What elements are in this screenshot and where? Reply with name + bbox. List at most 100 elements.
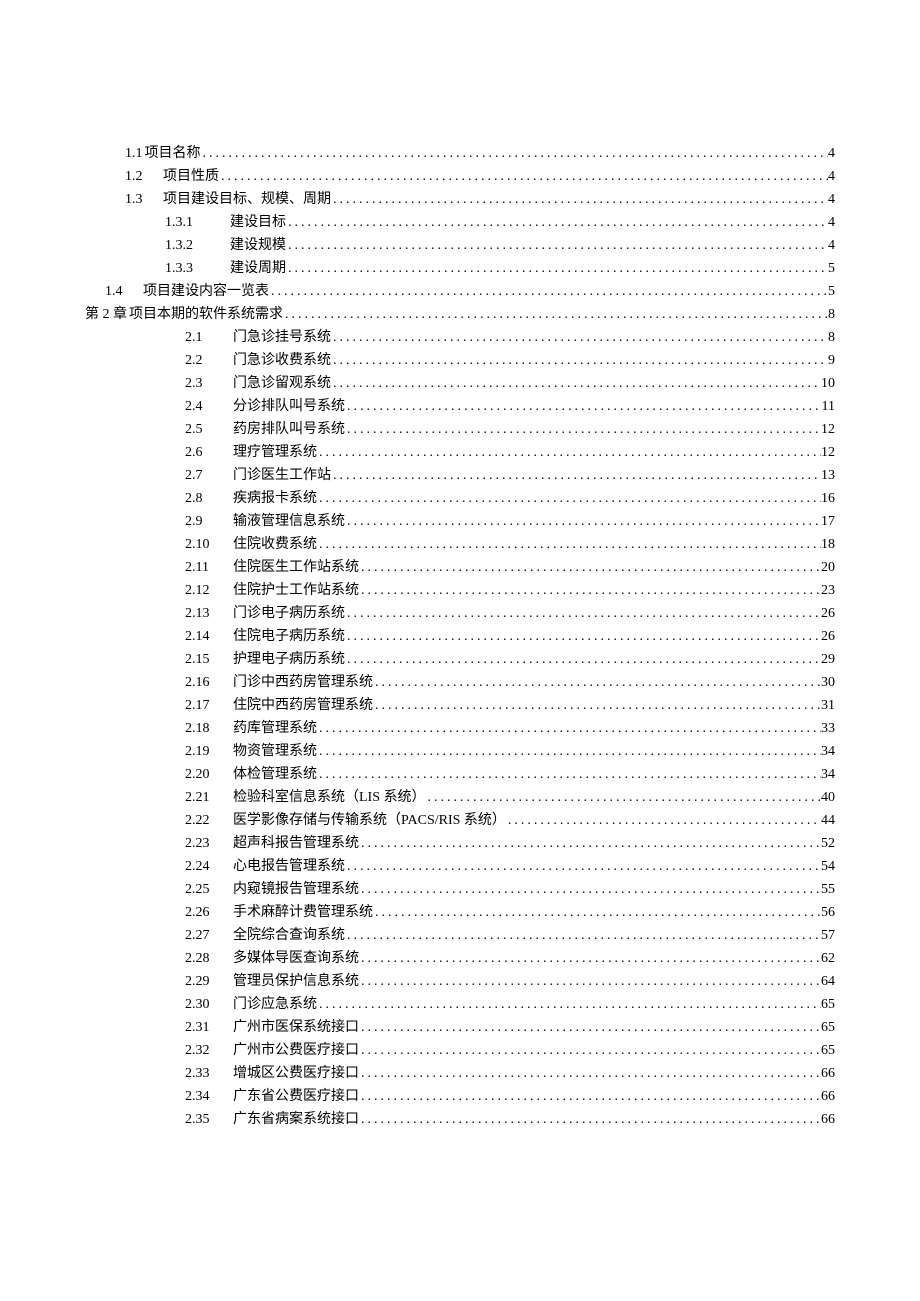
- toc-entry[interactable]: 2.25内窥镜报告管理系统55: [85, 878, 835, 901]
- toc-entry[interactable]: 2.5药房排队叫号系统12: [85, 418, 835, 441]
- toc-entry[interactable]: 2.32广州市公费医疗接口65: [85, 1039, 835, 1062]
- toc-entry[interactable]: 2.34广东省公费医疗接口66: [85, 1085, 835, 1108]
- toc-leader-dots: [359, 1016, 821, 1039]
- toc-entry[interactable]: 2.12住院护士工作站系统23: [85, 579, 835, 602]
- toc-number: 1.1: [125, 142, 143, 165]
- toc-leader-dots: [345, 395, 822, 418]
- toc-entry[interactable]: 2.11住院医生工作站系统20: [85, 556, 835, 579]
- toc-entry[interactable]: 2.16门诊中西药房管理系统30: [85, 671, 835, 694]
- toc-entry[interactable]: 2.23超声科报告管理系统52: [85, 832, 835, 855]
- toc-leader-dots: [317, 533, 821, 556]
- toc-page-number: 26: [821, 625, 835, 648]
- toc-entry[interactable]: 2.21检验科室信息系统（LIS 系统）40: [85, 786, 835, 809]
- toc-label: 内窥镜报告管理系统: [233, 878, 359, 901]
- toc-label: 广州市医保系统接口: [233, 1016, 359, 1039]
- toc-leader-dots: [345, 924, 821, 947]
- toc-entry[interactable]: 2.6理疗管理系统12: [85, 441, 835, 464]
- toc-page-number: 4: [828, 165, 835, 188]
- toc-entry[interactable]: 2.8疾病报卡系统16: [85, 487, 835, 510]
- toc-leader-dots: [269, 280, 828, 303]
- toc-entry[interactable]: 1.3项目建设目标、规模、周期4: [85, 188, 835, 211]
- toc-page-number: 23: [821, 579, 835, 602]
- toc-number: 2.19: [185, 740, 233, 763]
- toc-number: 2.31: [185, 1016, 233, 1039]
- toc-leader-dots: [359, 970, 821, 993]
- toc-label: 建设规模: [230, 234, 286, 257]
- toc-entry[interactable]: 2.9输液管理信息系统17: [85, 510, 835, 533]
- toc-number: 2.12: [185, 579, 233, 602]
- toc-entry[interactable]: 2.22医学影像存储与传输系统（PACS/RIS 系统）44: [85, 809, 835, 832]
- toc-page-number: 8: [828, 303, 835, 326]
- toc-label: 广东省公费医疗接口: [233, 1085, 359, 1108]
- toc-entry[interactable]: 2.20体检管理系统34: [85, 763, 835, 786]
- toc-entry[interactable]: 1.3.3建设周期5: [85, 257, 835, 280]
- toc-page-number: 66: [821, 1108, 835, 1131]
- toc-number: 1.2: [125, 165, 163, 188]
- toc-entry[interactable]: 2.15护理电子病历系统29: [85, 648, 835, 671]
- toc-entry[interactable]: 1.1项目名称4: [85, 142, 835, 165]
- toc-leader-dots: [286, 234, 828, 257]
- toc-label: 广州市公费医疗接口: [233, 1039, 359, 1062]
- toc-page-number: 62: [821, 947, 835, 970]
- toc-entry[interactable]: 2.33增城区公费医疗接口66: [85, 1062, 835, 1085]
- toc-number: 2.26: [185, 901, 233, 924]
- toc-leader-dots: [283, 303, 828, 326]
- toc-label: 住院收费系统: [233, 533, 317, 556]
- toc-entry[interactable]: 2.28多媒体导医查询系统62: [85, 947, 835, 970]
- toc-label: 建设目标: [230, 211, 286, 234]
- toc-label: 分诊排队叫号系统: [233, 395, 345, 418]
- toc-label: 药房排队叫号系统: [233, 418, 345, 441]
- toc-entry[interactable]: 2.19物资管理系统34: [85, 740, 835, 763]
- toc-page-number: 9: [828, 349, 835, 372]
- toc-entry[interactable]: 2.2门急诊收费系统9: [85, 349, 835, 372]
- toc-entry[interactable]: 2.13门诊电子病历系统26: [85, 602, 835, 625]
- toc-entry[interactable]: 第 2 章项目本期的软件系统需求8: [85, 303, 835, 326]
- toc-entry[interactable]: 2.7门诊医生工作站13: [85, 464, 835, 487]
- toc-entry[interactable]: 1.4项目建设内容一览表5: [85, 280, 835, 303]
- toc-entry[interactable]: 1.3.2建设规模4: [85, 234, 835, 257]
- toc-number: 2.6: [185, 441, 233, 464]
- toc-entry[interactable]: 2.29管理员保护信息系统64: [85, 970, 835, 993]
- toc-entry[interactable]: 2.4分诊排队叫号系统11: [85, 395, 835, 418]
- toc-label: 门诊应急系统: [233, 993, 317, 1016]
- toc-page-number: 26: [821, 602, 835, 625]
- toc-label: 心电报告管理系统: [233, 855, 345, 878]
- toc-number: 2.4: [185, 395, 233, 418]
- toc-number: 2.30: [185, 993, 233, 1016]
- toc-leader-dots: [359, 1039, 821, 1062]
- toc-leader-dots: [359, 878, 821, 901]
- toc-entry[interactable]: 2.1门急诊挂号系统8: [85, 326, 835, 349]
- toc-entry[interactable]: 2.24心电报告管理系统54: [85, 855, 835, 878]
- toc-entry[interactable]: 2.30门诊应急系统65: [85, 993, 835, 1016]
- toc-page-number: 17: [821, 510, 835, 533]
- toc-label: 门诊中西药房管理系统: [233, 671, 373, 694]
- toc-label: 住院医生工作站系统: [233, 556, 359, 579]
- toc-leader-dots: [359, 579, 821, 602]
- toc-entry[interactable]: 2.14住院电子病历系统26: [85, 625, 835, 648]
- toc-number: 2.15: [185, 648, 233, 671]
- toc-entry[interactable]: 1.2项目性质4: [85, 165, 835, 188]
- toc-page-number: 13: [821, 464, 835, 487]
- toc-leader-dots: [373, 671, 821, 694]
- toc-entry[interactable]: 2.35广东省病案系统接口66: [85, 1108, 835, 1131]
- toc-entry[interactable]: 1.3.1建设目标4: [85, 211, 835, 234]
- toc-entry[interactable]: 2.27全院综合查询系统57: [85, 924, 835, 947]
- toc-label: 输液管理信息系统: [233, 510, 345, 533]
- toc-number: 2.29: [185, 970, 233, 993]
- toc-leader-dots: [286, 211, 828, 234]
- toc-entry[interactable]: 2.18药库管理系统33: [85, 717, 835, 740]
- toc-number: 2.13: [185, 602, 233, 625]
- toc-label: 项目建设内容一览表: [143, 280, 269, 303]
- toc-entry[interactable]: 2.10住院收费系统18: [85, 533, 835, 556]
- toc-entry[interactable]: 2.17住院中西药房管理系统31: [85, 694, 835, 717]
- toc-entry[interactable]: 2.3门急诊留观系统10: [85, 372, 835, 395]
- toc-number: 1.3.3: [165, 257, 230, 280]
- toc-number: 2.2: [185, 349, 233, 372]
- toc-leader-dots: [359, 1062, 821, 1085]
- toc-entry[interactable]: 2.31广州市医保系统接口65: [85, 1016, 835, 1039]
- toc-leader-dots: [373, 901, 821, 924]
- toc-number: 1.4: [105, 280, 143, 303]
- toc-leader-dots: [359, 947, 821, 970]
- toc-entry[interactable]: 2.26手术麻醉计费管理系统56: [85, 901, 835, 924]
- toc-label: 物资管理系统: [233, 740, 317, 763]
